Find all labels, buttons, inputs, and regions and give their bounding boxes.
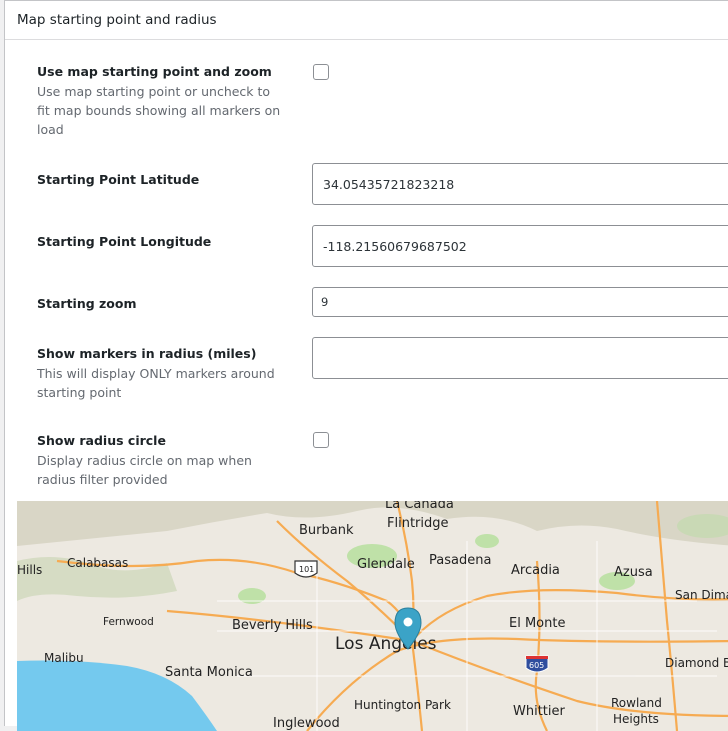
radius-label: Show markers in radius (miles) bbox=[37, 346, 257, 361]
longitude-row: Starting Point Longitude bbox=[37, 234, 211, 249]
use-start-label: Use map starting point and zoom bbox=[37, 64, 272, 79]
map-canvas[interactable]: La Canada Flintridge Burbank Glendale Pa… bbox=[17, 501, 728, 731]
longitude-input[interactable]: -118.21560679687502 bbox=[312, 225, 728, 267]
radius-circle-label: Show radius circle bbox=[37, 433, 166, 448]
place-label: Huntington Park bbox=[354, 698, 451, 712]
zoom-row: Starting zoom bbox=[37, 296, 137, 311]
place-label: La Canada bbox=[385, 501, 454, 512]
longitude-value: -118.21560679687502 bbox=[323, 238, 467, 254]
svg-text:101: 101 bbox=[299, 565, 314, 574]
longitude-label: Starting Point Longitude bbox=[37, 234, 212, 249]
panel-title: Map starting point and radius bbox=[17, 12, 217, 28]
map-park bbox=[238, 588, 266, 604]
radius-circle-checkbox[interactable] bbox=[313, 432, 329, 448]
radius-circle-row: Show radius circle Display radius circle… bbox=[37, 433, 282, 489]
radius-row: Show markers in radius (miles) This will… bbox=[37, 346, 282, 402]
place-label: Azusa bbox=[614, 565, 653, 580]
map-park bbox=[475, 534, 499, 548]
latitude-input[interactable]: 34.05435721823218 bbox=[312, 163, 728, 205]
svg-text:605: 605 bbox=[529, 661, 544, 670]
place-label: Heights bbox=[613, 712, 659, 726]
place-label: Los Angeles bbox=[335, 634, 437, 654]
place-label: Flintridge bbox=[387, 516, 449, 531]
place-label: Whittier bbox=[513, 704, 566, 719]
use-start-checkbox[interactable] bbox=[313, 64, 329, 80]
latitude-value: 34.05435721823218 bbox=[323, 176, 455, 192]
place-label: Rowland bbox=[611, 696, 662, 710]
latitude-label: Starting Point Latitude bbox=[37, 172, 200, 187]
place-label: Santa Monica bbox=[165, 665, 253, 680]
use-start-row: Use map starting point and zoom Use map … bbox=[37, 64, 282, 139]
place-label: Diamond Ba bbox=[665, 656, 728, 670]
place-label: El Monte bbox=[509, 616, 565, 631]
place-label: Arcadia bbox=[511, 563, 560, 578]
zoom-value: 9 bbox=[321, 295, 329, 309]
settings-panel: Map starting point and radius Use map st… bbox=[4, 0, 728, 731]
map-preview[interactable]: La Canada Flintridge Burbank Glendale Pa… bbox=[17, 501, 728, 731]
radius-description: This will display ONLY markers around st… bbox=[37, 366, 275, 400]
place-label: San Dimas bbox=[675, 588, 728, 602]
place-label: Malibu bbox=[44, 651, 84, 665]
zoom-label: Starting zoom bbox=[37, 296, 137, 311]
place-label: Calabasas bbox=[67, 556, 128, 570]
radius-circle-description: Display radius circle on map when radius… bbox=[37, 453, 252, 487]
place-label: Glendale bbox=[357, 557, 415, 572]
place-label: Fernwood bbox=[103, 616, 154, 628]
panel-header: Map starting point and radius bbox=[5, 1, 728, 40]
shield-605: 605 bbox=[525, 655, 549, 673]
radius-input[interactable] bbox=[312, 337, 728, 379]
place-label: Inglewood bbox=[273, 716, 340, 731]
place-label: Hills bbox=[17, 563, 42, 577]
shield-101: 101 bbox=[294, 560, 318, 578]
place-label: Pasadena bbox=[429, 553, 491, 568]
latitude-row: Starting Point Latitude bbox=[37, 172, 199, 187]
use-start-description: Use map starting point or uncheck to fit… bbox=[37, 84, 281, 137]
zoom-select[interactable]: 9 bbox=[312, 287, 728, 317]
place-label: Beverly Hills bbox=[232, 618, 313, 633]
place-label: Burbank bbox=[299, 523, 354, 538]
